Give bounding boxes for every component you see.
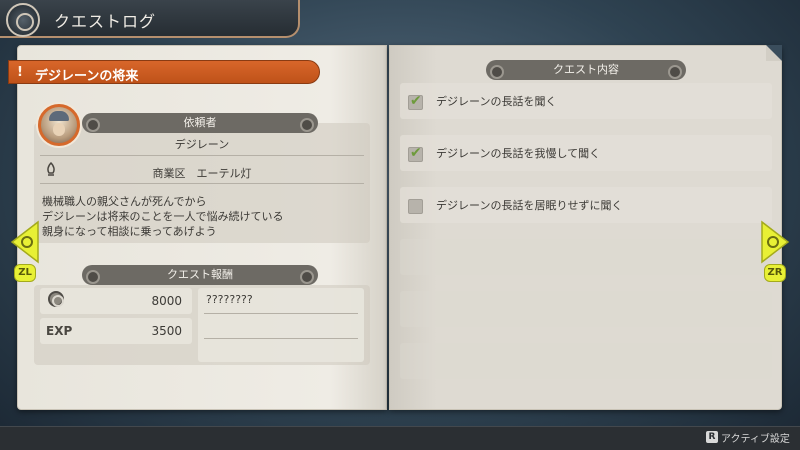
empty-objective-slot (400, 291, 772, 327)
ring-emblem-icon (6, 3, 40, 37)
empty-objective-slot (400, 239, 772, 275)
page-title: クエストログ (54, 12, 157, 31)
exp-value: 3500 (151, 324, 182, 338)
zl-button-label[interactable]: ZL (14, 264, 36, 282)
objective-row[interactable]: ✔ デジレーンの長話を我慢して聞く (400, 135, 772, 171)
objective-row[interactable]: ✔ デジレーンの長話を聞く (400, 83, 772, 119)
exp-label: EXP (46, 324, 73, 338)
quest-mark-icon: ! (17, 65, 23, 80)
quest-title-banner: ! デジレーンの将来 (8, 60, 320, 84)
reward-item: ???????? (206, 293, 253, 306)
divider (204, 338, 358, 339)
title-bar: クエストログ (0, 0, 300, 38)
money-value: 8000 (151, 294, 182, 308)
divider (204, 313, 358, 314)
objective-row[interactable]: デジレーンの長話を居眠りせずに聞く (400, 187, 772, 223)
client-section-header: 依頼者 (82, 113, 318, 133)
unchecked-box-icon (408, 199, 423, 214)
description-line: 機械職人の親父さんが死んでから (42, 195, 207, 208)
empty-objective-slot (400, 343, 772, 379)
objective-text: デジレーンの長話を居眠りせずに聞く (436, 199, 623, 212)
objective-text: デジレーンの長話を我慢して聞く (436, 147, 601, 160)
objectives-section-header: クエスト内容 (486, 60, 686, 80)
next-page-button[interactable] (760, 220, 790, 264)
triangle-left-icon (10, 220, 39, 264)
divider (40, 183, 364, 184)
reward-section-header: クエスト報酬 (82, 265, 318, 285)
client-name: デジレーン (174, 138, 230, 151)
r-key-icon: R (706, 431, 718, 443)
objective-text: デジレーンの長話を聞く (436, 95, 557, 108)
checked-box-icon: ✔ (408, 93, 423, 110)
active-settings-label[interactable]: アクティブ設定 (721, 430, 790, 445)
description-line: デジレーンは将来のことを一人で悩み続けている (42, 210, 284, 223)
description-line: 親身になって相談に乗ってあげよう (42, 225, 217, 238)
coin-icon (48, 291, 64, 307)
prev-page-button[interactable] (10, 220, 40, 264)
divider (40, 155, 364, 156)
triangle-right-icon (761, 220, 790, 264)
checked-box-icon: ✔ (408, 145, 423, 162)
quest-title: デジレーンの将来 (35, 69, 139, 84)
zr-button-label[interactable]: ZR (764, 264, 786, 282)
client-location: 商業区 エーテル灯 (152, 167, 252, 180)
footer-bar (0, 426, 800, 450)
